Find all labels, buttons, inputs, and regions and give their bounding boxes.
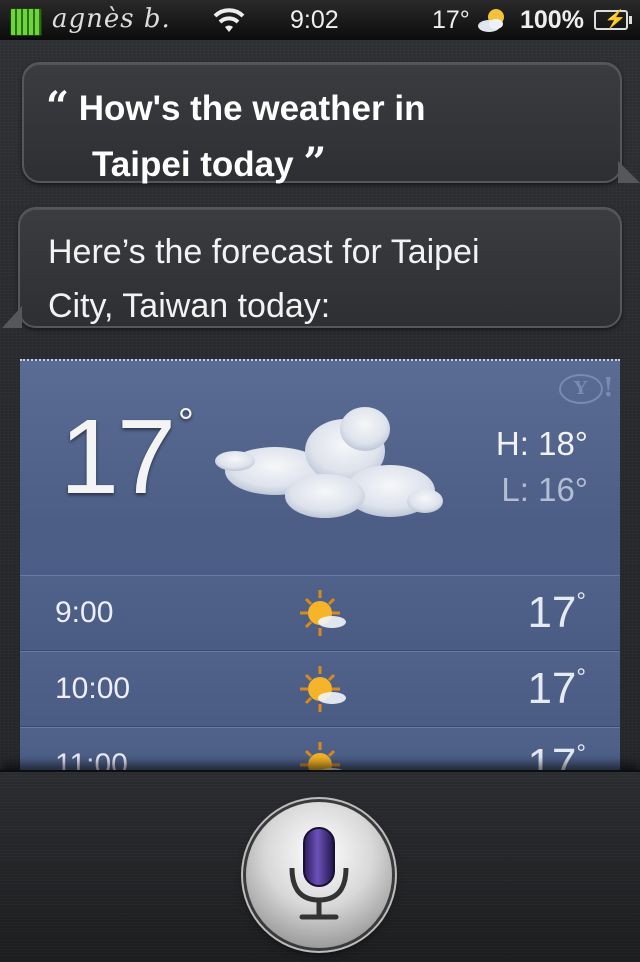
siri-reply-line2: City, Taiwan today: <box>48 287 331 325</box>
weather-card[interactable]: Y! 17 ° H: 18° L: 16° 9:00 17° 10:00 17°… <box>20 359 620 772</box>
user-query-bubble[interactable]: “ How's the weather in Taipei today ” <box>22 62 640 186</box>
wifi-icon <box>213 8 245 32</box>
user-query-line2: Taipei today <box>92 145 294 184</box>
current-temperature-value: 17 <box>60 398 176 516</box>
battery-charging-icon: ⚡ <box>594 9 632 30</box>
partly-sunny-icon <box>300 666 346 712</box>
open-quote: “ <box>46 83 70 130</box>
hour-time: 10:00 <box>55 672 131 705</box>
siri-reply-line1: Here’s the forecast for Taipei <box>48 233 480 271</box>
user-query-line1: How's the weather in <box>78 89 426 128</box>
siri-microphone-button[interactable] <box>246 802 392 948</box>
status-time: 9:02 <box>290 6 339 34</box>
hourly-row: 10:00 17° <box>20 651 620 727</box>
high-temperature: H: 18° <box>495 425 588 462</box>
degree-symbol: ° <box>576 740 586 767</box>
partly-sunny-icon <box>300 590 346 636</box>
weather-partly-cloudy-icon <box>478 9 504 32</box>
hour-temperature: 17° <box>527 588 586 638</box>
hour-temperature: 17° <box>527 664 586 714</box>
status-temperature: 17° <box>432 6 470 34</box>
signal-icon <box>10 8 42 36</box>
current-temperature: 17 ° <box>60 397 194 518</box>
low-temperature: L: 16° <box>501 471 588 508</box>
bubble-tail <box>2 306 22 328</box>
siri-bottom-bar <box>0 770 640 962</box>
degree-symbol: ° <box>576 664 586 691</box>
hour-time: 11:00 <box>55 748 128 772</box>
siri-reply-text: Here’s the forecast for Taipei City, Tai… <box>48 225 588 333</box>
partly-sunny-icon <box>300 742 346 772</box>
hour-temperature-value: 17 <box>527 664 577 713</box>
carrier-name: agnès b. <box>52 4 171 34</box>
hour-temperature-value: 17 <box>527 740 577 772</box>
degree-symbol: ° <box>177 401 194 445</box>
close-quote: ” <box>303 139 327 186</box>
status-bar: agnès b. 9:02 17° 100% ⚡ <box>0 0 640 40</box>
user-query-text: “ How's the weather in Taipei today ” <box>46 80 425 192</box>
hour-time: 9:00 <box>55 596 114 629</box>
siri-reply-bubble: Here’s the forecast for Taipei City, Tai… <box>2 207 622 328</box>
hourly-row: 11:00 17° <box>20 727 620 772</box>
battery-percentage: 100% <box>520 6 584 34</box>
yahoo-logo-mark: Y <box>558 374 603 404</box>
hour-temperature: 17° <box>527 740 586 772</box>
degree-symbol: ° <box>576 588 586 615</box>
hourly-row: 9:00 17° <box>20 575 620 651</box>
cloud-icon <box>215 407 443 518</box>
hour-temperature-value: 17 <box>527 588 577 637</box>
microphone-icon <box>289 827 349 920</box>
bubble-tail <box>618 161 640 183</box>
yahoo-logo: Y! <box>558 373 614 404</box>
